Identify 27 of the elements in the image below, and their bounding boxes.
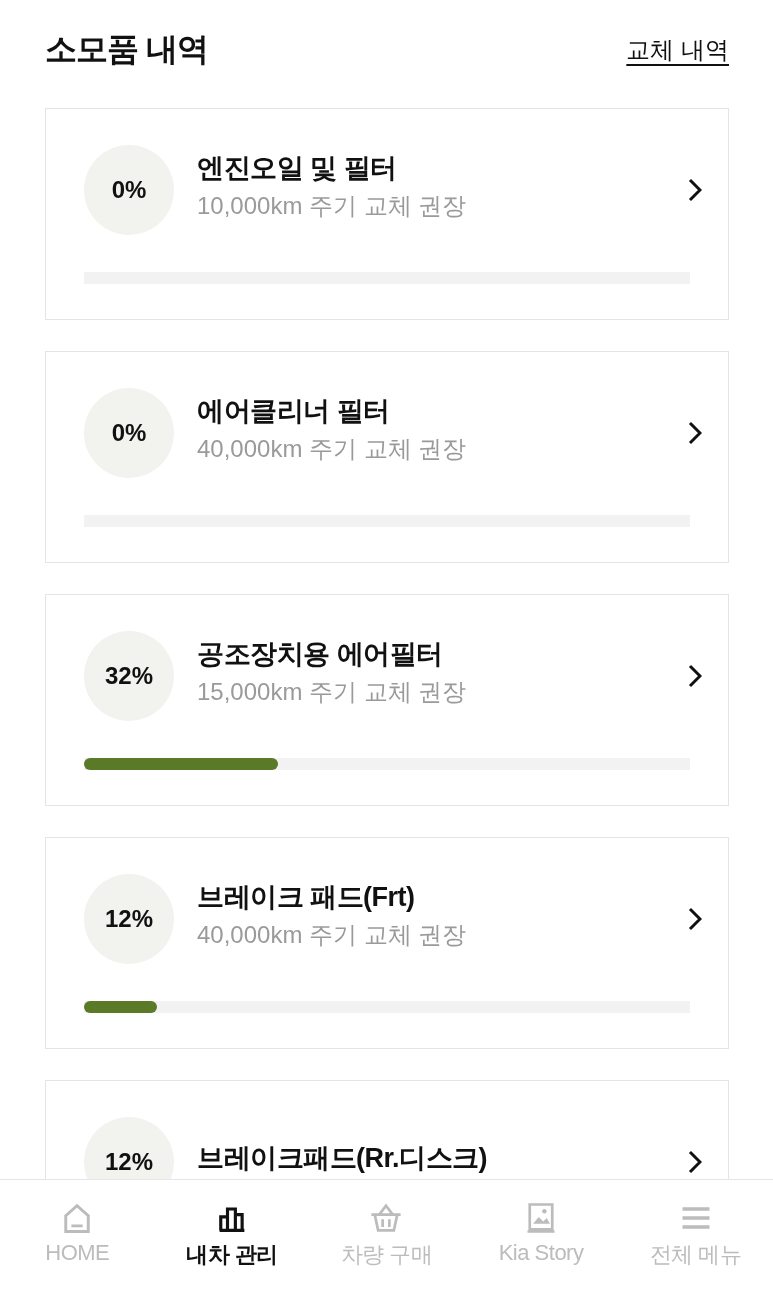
percent-badge: 12%	[84, 874, 174, 964]
chevron-right-icon	[688, 907, 702, 931]
item-name: 엔진오일 및 필터	[197, 152, 398, 185]
chevron-right-icon	[688, 421, 702, 445]
chevron-right-icon	[688, 178, 702, 202]
item-card[interactable]: 0% 에어클리너 필터 40,000km 주기 교체 권장	[45, 351, 729, 563]
page-title: 소모품 내역	[45, 30, 208, 69]
item-card[interactable]: 0% 엔진오일 및 필터 10,000km 주기 교체 권장	[45, 108, 729, 320]
item-name: 에어클리너 필터	[197, 395, 391, 428]
replacement-history-link[interactable]: 교체 내역	[626, 34, 729, 66]
chevron-right-icon	[688, 1150, 702, 1174]
nav-tab[interactable]: 내차 관리	[154, 1180, 310, 1291]
item-name: 공조장치용 에어필터	[197, 638, 444, 671]
chevron-right-icon	[688, 664, 702, 688]
percent-badge: 12%	[84, 1117, 174, 1179]
item-card[interactable]: 12% 브레이크 패드(Frt) 40,000km 주기 교체 권장	[45, 837, 729, 1049]
replacement-interval: 15,000km 주기 교체 권장	[197, 677, 468, 707]
percent-badge: 0%	[84, 388, 174, 478]
replacement-interval: 10,000km 주기 교체 권장	[197, 191, 468, 221]
replacement-interval: 40,000km 주기 교체 권장	[197, 920, 468, 950]
item-card[interactable]: 12% 브레이크패드(Rr.디스크)	[45, 1080, 729, 1179]
replacement-interval: 40,000km 주기 교체 권장	[197, 434, 468, 464]
item-card[interactable]: 32% 공조장치용 에어필터 15,000km 주기 교체 권장	[45, 594, 729, 806]
percent-badge: 0%	[84, 145, 174, 235]
item-name: 브레이크패드(Rr.디스크)	[197, 1142, 488, 1175]
percent-badge: 32%	[84, 631, 174, 721]
item-name: 브레이크 패드(Frt)	[197, 881, 416, 914]
